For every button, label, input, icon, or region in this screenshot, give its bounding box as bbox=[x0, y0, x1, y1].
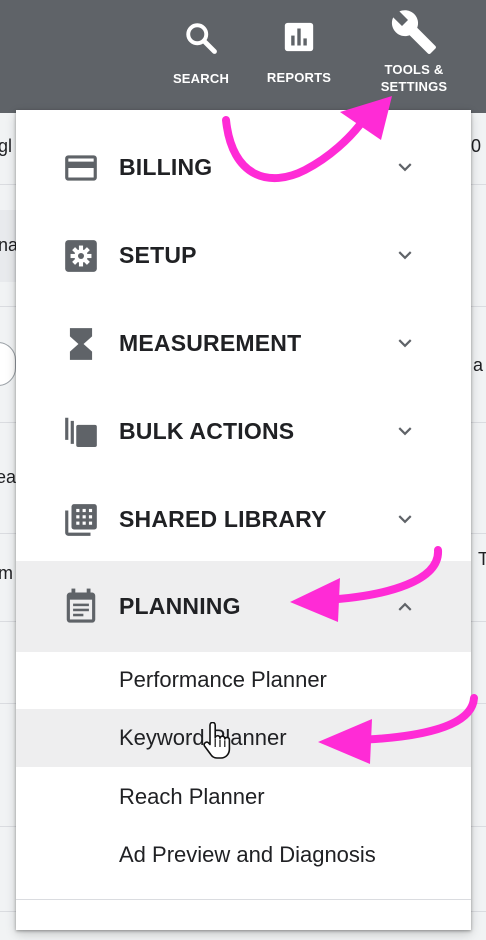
reports-label: REPORTS bbox=[266, 70, 332, 85]
background-text: T bbox=[478, 549, 486, 569]
menu-item-keyword-planner[interactable]: Keyword Planner bbox=[16, 709, 471, 767]
menu-item-reach-planner[interactable]: Reach Planner bbox=[16, 768, 471, 826]
tools-label-line2: SETTINGS bbox=[380, 79, 448, 94]
tools-settings-label: TOOLS & SETTINGS bbox=[364, 61, 464, 95]
search-label: SEARCH bbox=[172, 71, 230, 86]
menu-section-label: SETUP bbox=[119, 242, 197, 268]
search-button[interactable]: SEARCH bbox=[165, 0, 237, 113]
background-text: a bbox=[473, 355, 484, 375]
menu-section-label: MEASUREMENT bbox=[119, 330, 302, 356]
menu-section-planning[interactable]: PLANNING bbox=[16, 561, 471, 652]
background-text: ea bbox=[0, 467, 17, 487]
hand-cursor-icon bbox=[203, 722, 231, 759]
search-icon bbox=[186, 23, 217, 54]
credit-card-icon bbox=[65, 155, 97, 181]
menu-section-shared-library[interactable]: SHARED LIBRARY bbox=[16, 475, 471, 563]
menu-item-ad-preview-and-diagnosis[interactable]: Ad Preview and Diagnosis bbox=[16, 826, 471, 884]
menu-section-bulk-actions[interactable]: BULK ACTIONS bbox=[16, 387, 471, 475]
menu-item-label: Performance Planner bbox=[119, 667, 327, 692]
menu-section-label: BULK ACTIONS bbox=[119, 418, 295, 444]
chevron-down-icon bbox=[398, 515, 412, 524]
menu-item-label: Ad Preview and Diagnosis bbox=[119, 842, 376, 867]
chevron-down-icon bbox=[398, 163, 412, 172]
gear-icon bbox=[65, 240, 97, 272]
menu-item-performance-planner[interactable]: Performance Planner bbox=[16, 651, 471, 709]
menu-section-label: SHARED LIBRARY bbox=[119, 506, 327, 532]
tools-label-line1: TOOLS & bbox=[384, 62, 444, 77]
chevron-down-icon bbox=[398, 427, 412, 436]
background-text: gl bbox=[0, 136, 13, 156]
background-text: m bbox=[0, 563, 13, 583]
top-toolbar: SEARCH REPORTS TOOLS & SETTINGS bbox=[0, 0, 486, 113]
menu-section-setup[interactable]: SETUP bbox=[16, 211, 471, 299]
menu-section-measurement[interactable]: MEASUREMENT bbox=[16, 299, 471, 387]
library-grid-icon bbox=[65, 504, 97, 536]
chevron-down-icon bbox=[398, 339, 412, 348]
calendar-icon bbox=[66, 588, 96, 623]
background-text: 0 bbox=[471, 136, 482, 156]
chevron-up-icon bbox=[398, 602, 412, 611]
menu-section-label: BILLING bbox=[119, 154, 213, 180]
hourglass-icon bbox=[69, 328, 93, 360]
menu-section-label: PLANNING bbox=[119, 593, 241, 619]
wrench-icon bbox=[391, 10, 436, 54]
bar-chart-icon bbox=[284, 22, 314, 52]
menu-section-billing[interactable]: BILLING bbox=[16, 123, 471, 211]
reports-button[interactable]: REPORTS bbox=[262, 0, 336, 113]
tools-settings-menu: BILLING SETUP MEASUREMENT BULK ACTIONS S… bbox=[16, 110, 471, 930]
copy-stack-icon bbox=[65, 417, 97, 448]
tools-settings-button[interactable]: TOOLS & SETTINGS bbox=[364, 0, 464, 113]
menu-item-label: Reach Planner bbox=[119, 784, 265, 809]
chevron-down-icon bbox=[398, 251, 412, 260]
menu-divider bbox=[16, 899, 471, 900]
